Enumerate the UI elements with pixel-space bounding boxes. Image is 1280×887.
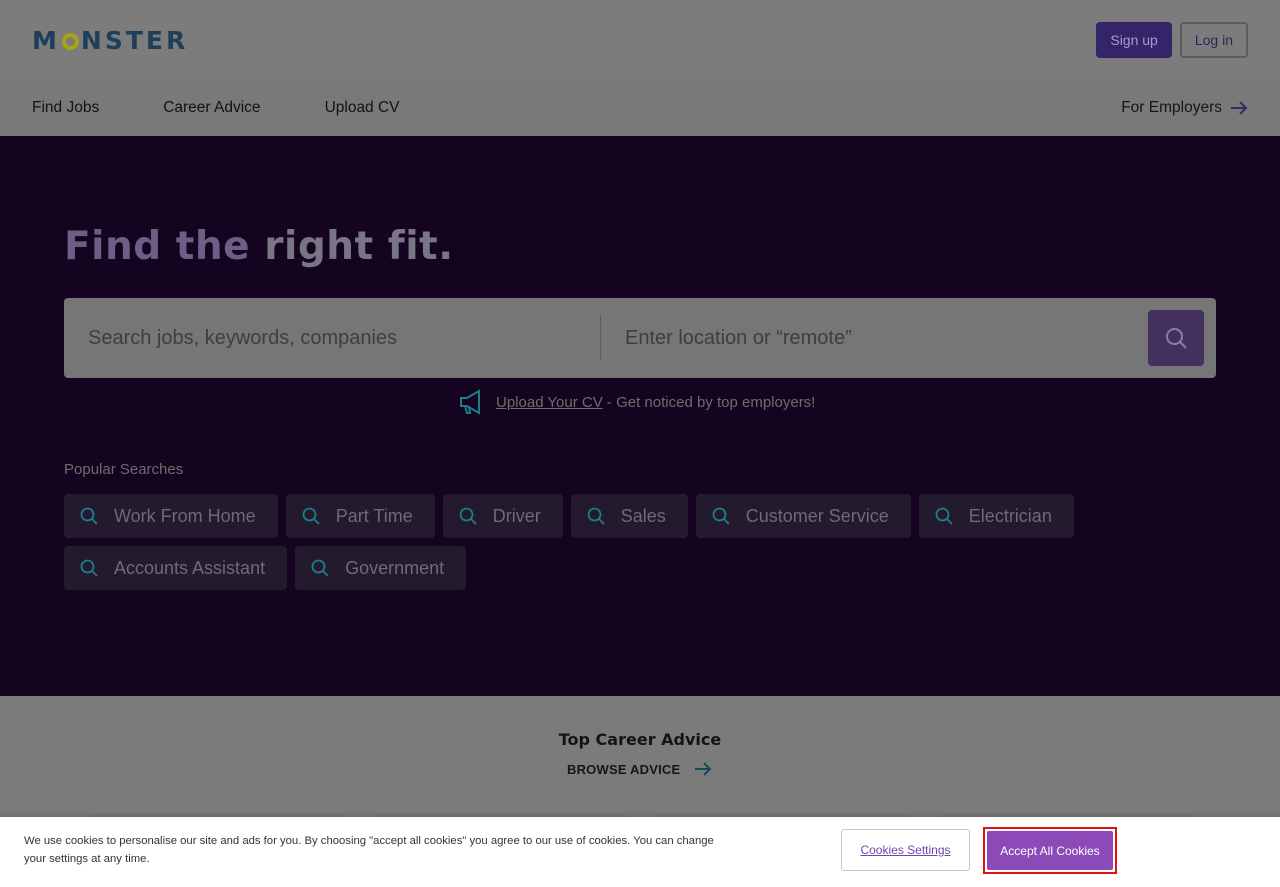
upload-cv-suffix: - Get noticed by top employers! — [602, 393, 816, 411]
arrow-right-icon — [1231, 101, 1248, 115]
search-icon — [459, 507, 477, 525]
chip-label: Work From Home — [114, 505, 256, 526]
search-icon — [302, 507, 320, 525]
browse-advice-label: BROWSE ADVICE — [567, 761, 681, 777]
login-button[interactable]: Log in — [1179, 22, 1248, 58]
chip-label: Government — [345, 557, 445, 578]
job-search-bar: Search jobs, keywords, companies Enter l… — [64, 298, 1216, 378]
chip-part-time[interactable]: Part Time — [285, 494, 435, 538]
location-input[interactable]: Enter location or “remote” — [601, 298, 1148, 378]
search-button[interactable] — [1148, 310, 1204, 366]
site-header: M NSTER Sign up Log in — [0, 0, 1280, 80]
logo-wordmark: M NSTER — [32, 25, 189, 55]
hero-title-part2: right fit. — [264, 224, 454, 269]
accept-all-cookies-button[interactable]: Accept All Cookies — [987, 831, 1113, 870]
chip-customer-service[interactable]: Customer Service — [695, 494, 911, 538]
search-icon — [80, 507, 98, 525]
popular-searches-label: Popular Searches — [64, 461, 184, 478]
nav-find-jobs[interactable]: Find Jobs — [32, 99, 99, 117]
search-icon — [1166, 328, 1187, 349]
auth-buttons: Sign up Log in — [1096, 22, 1248, 58]
hero-title: Find the right fit. — [64, 224, 454, 269]
advice-title: Top Career Advice — [558, 730, 722, 749]
browse-advice-link[interactable]: BROWSE ADVICE — [567, 761, 712, 777]
chip-label: Electrician — [968, 505, 1052, 526]
chip-label: Customer Service — [745, 505, 889, 526]
nav-career-advice[interactable]: Career Advice — [163, 99, 260, 117]
chip-label: Sales — [620, 505, 666, 526]
megaphone-icon — [460, 389, 480, 415]
chip-accounts-assistant[interactable]: Accounts Assistant — [64, 546, 288, 590]
logo-o-ring — [61, 32, 79, 50]
arrow-right-icon — [695, 762, 712, 776]
chip-government[interactable]: Government — [295, 546, 467, 590]
chip-label: Driver — [492, 505, 541, 526]
search-icon — [311, 559, 329, 577]
chip-driver[interactable]: Driver — [442, 494, 563, 538]
search-icon — [712, 507, 730, 525]
for-employers-link[interactable]: For Employers — [1121, 99, 1248, 117]
search-icon — [80, 559, 98, 577]
chip-label: Accounts Assistant — [114, 557, 266, 578]
upload-cv-link[interactable]: Upload Your CV — [496, 394, 603, 411]
chip-label: Part Time — [335, 505, 413, 526]
hero-section: Find the right fit. Search jobs, keyword… — [0, 136, 1280, 696]
search-icon — [935, 507, 953, 525]
chip-electrician[interactable]: Electrician — [918, 494, 1074, 538]
signup-button[interactable]: Sign up — [1096, 22, 1172, 58]
upload-cv-promo: Upload Your CV - Get noticed by top empl… — [458, 388, 815, 416]
chip-work-from-home[interactable]: Work From Home — [64, 494, 278, 538]
main-nav: Find Jobs Career Advice Upload CV For Em… — [0, 80, 1280, 136]
search-icon — [587, 507, 605, 525]
nav-upload-cv[interactable]: Upload CV — [325, 99, 400, 117]
cookies-settings-button[interactable]: Cookies Settings — [841, 829, 970, 871]
cookie-banner: We use cookies to personalise our site a… — [0, 817, 1280, 887]
hero-title-part1: Find the — [64, 224, 251, 269]
chip-sales[interactable]: Sales — [570, 494, 688, 538]
accept-highlight: Accept All Cookies — [983, 827, 1117, 874]
cookie-notice-text: We use cookies to personalise our site a… — [24, 835, 714, 865]
keywords-input[interactable]: Search jobs, keywords, companies — [64, 298, 600, 378]
popular-search-chips: Work From Home Part Time Driver Sales Cu… — [64, 494, 1164, 590]
for-employers-label: For Employers — [1121, 99, 1222, 116]
monster-logo[interactable]: M NSTER — [32, 25, 189, 55]
